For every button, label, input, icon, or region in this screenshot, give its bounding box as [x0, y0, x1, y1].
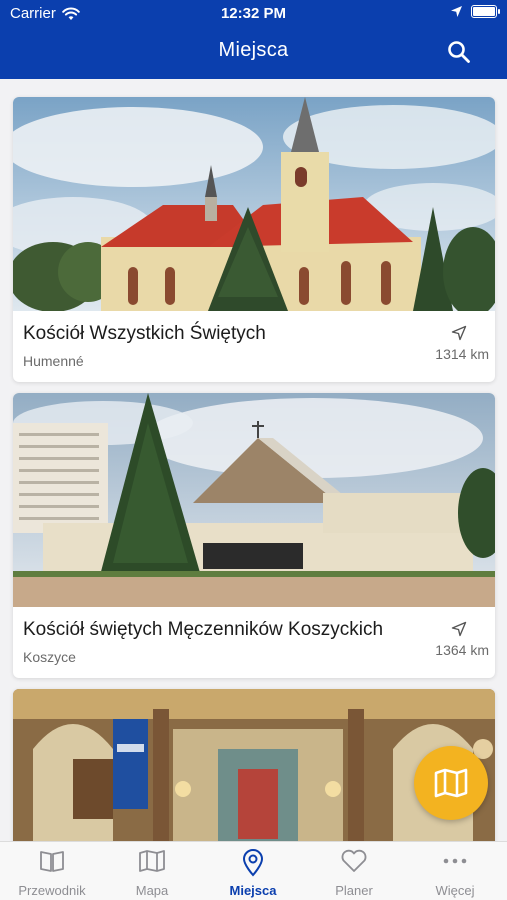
- map-view-button[interactable]: [414, 746, 488, 820]
- tab-label: Miejsca: [229, 883, 277, 898]
- status-right: [450, 5, 500, 18]
- place-photo: [13, 393, 495, 607]
- tab-label: Więcej: [435, 883, 475, 898]
- tab-mapa[interactable]: Mapa: [102, 842, 202, 900]
- places-list[interactable]: Kościół Wszystkich Świętych Humenné 1314…: [0, 79, 507, 841]
- navigation-arrow-icon: [451, 325, 467, 341]
- battery-level: [473, 7, 495, 16]
- navigation-header: Carrier 12:32 PM Miejsca: [0, 0, 507, 79]
- map-icon: [434, 768, 468, 798]
- more-icon: [443, 858, 467, 864]
- tab-miejsca[interactable]: Miejsca: [203, 842, 303, 900]
- tab-label: Przewodnik: [18, 883, 86, 898]
- place-name: Kościół Wszystkich Świętych: [23, 323, 266, 344]
- tab-bar: Przewodnik Mapa Miejsca Planer Więcej: [0, 841, 507, 900]
- battery-icon: [471, 5, 500, 18]
- map-icon: [139, 850, 165, 872]
- location-pin-icon: [242, 849, 264, 877]
- place-city: Koszyce: [23, 649, 76, 665]
- status-bar: Carrier 12:32 PM: [0, 0, 507, 28]
- place-city: Humenné: [23, 353, 84, 369]
- place-info: Kościół Wszystkich Świętych Humenné 1314…: [13, 311, 495, 382]
- place-distance: 1314 km: [435, 346, 489, 362]
- tab-planer[interactable]: Planer: [304, 842, 404, 900]
- location-arrow-icon: [451, 6, 462, 17]
- page-title: Miejsca: [218, 39, 289, 61]
- place-name: Kościół świętych Męczenników Koszyckich: [23, 619, 384, 640]
- tab-wiecej[interactable]: Więcej: [405, 842, 505, 900]
- place-distance: 1364 km: [435, 642, 489, 658]
- tab-przewodnik[interactable]: Przewodnik: [2, 842, 102, 900]
- status-time: 12:32 PM: [220, 5, 287, 22]
- place-card[interactable]: Kościół Wszystkich Świętych Humenné 1314…: [13, 97, 495, 382]
- heart-icon: [341, 849, 367, 872]
- tab-label: Planer: [335, 883, 373, 898]
- book-icon: [40, 851, 64, 872]
- navigation-arrow-icon: [451, 621, 467, 637]
- tab-label: Mapa: [135, 883, 169, 898]
- place-info: Kościół świętych Męczenników Koszyckich …: [13, 607, 495, 678]
- place-card[interactable]: Kościół świętych Męczenników Koszyckich …: [13, 393, 495, 678]
- place-photo: [13, 97, 495, 311]
- search-icon[interactable]: [447, 40, 471, 64]
